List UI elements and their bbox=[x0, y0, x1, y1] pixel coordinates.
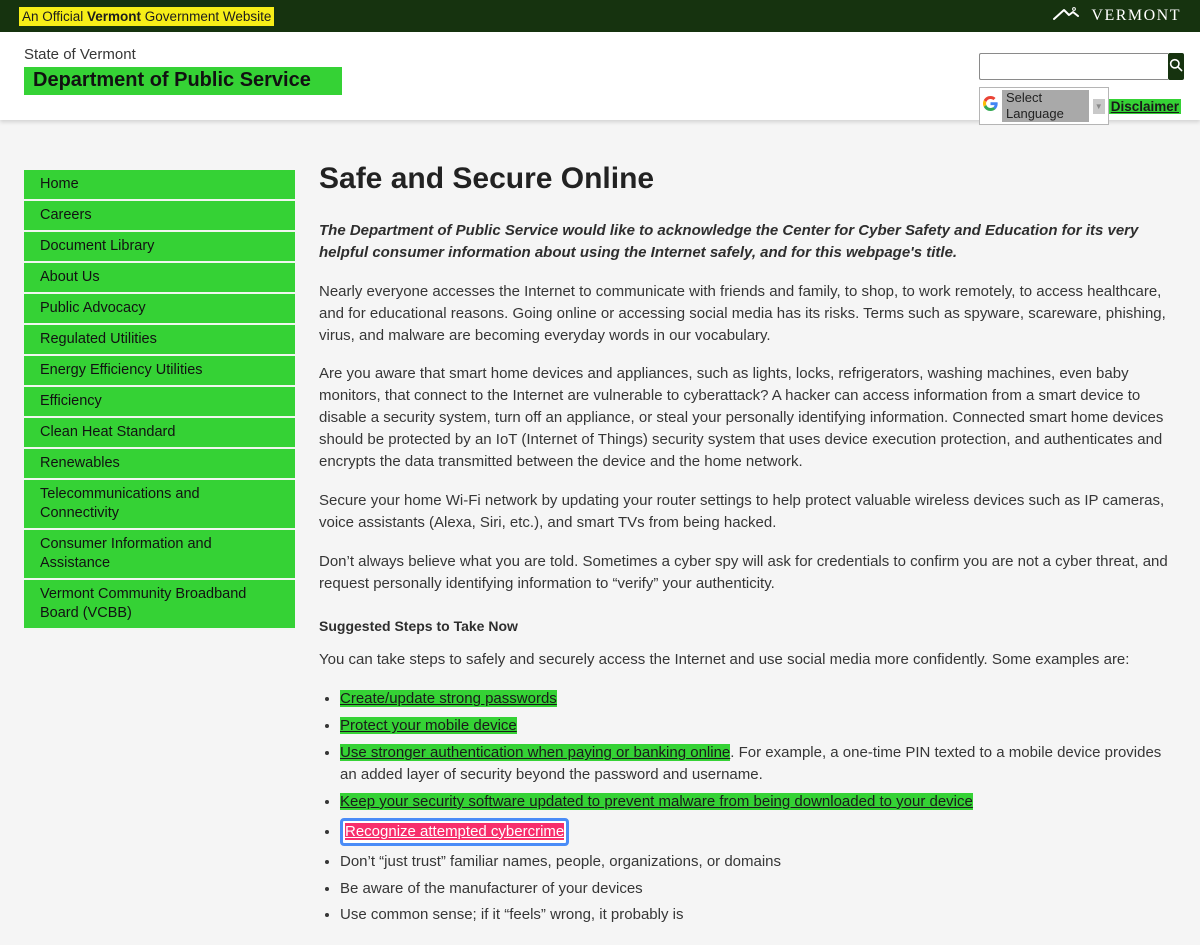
list-item: Keep your security software updated to p… bbox=[340, 791, 1181, 813]
sidebar-item-about-us[interactable]: About Us bbox=[24, 263, 295, 294]
vermont-logo-text: VERMONT bbox=[1091, 7, 1181, 25]
official-text-bold: Vermont bbox=[87, 9, 141, 24]
language-row: Select Language ▼ Disclaimer bbox=[979, 87, 1181, 125]
google-logo-icon bbox=[983, 96, 998, 116]
sidebar-item-label[interactable]: Home bbox=[24, 170, 295, 199]
sidebar-item-label[interactable]: Renewables bbox=[24, 449, 295, 478]
link-security-software-updated[interactable]: Keep your security software updated to p… bbox=[340, 793, 973, 810]
search-bar bbox=[979, 53, 1181, 80]
list-item: Create/update strong passwords bbox=[340, 688, 1181, 710]
sidebar-item-renewables[interactable]: Renewables bbox=[24, 449, 295, 480]
body-paragraph: Are you aware that smart home devices an… bbox=[319, 363, 1181, 472]
official-text-suffix: Government Website bbox=[141, 9, 271, 24]
list-item: Protect your mobile device bbox=[340, 715, 1181, 737]
list-item: Use stronger authentication when paying … bbox=[340, 742, 1181, 786]
acknowledgement-paragraph: The Department of Public Service would l… bbox=[319, 220, 1181, 264]
mountain-icon bbox=[1053, 6, 1087, 27]
page-body: Home Careers Document Library About Us P… bbox=[0, 120, 1200, 945]
sidebar-nav: Home Careers Document Library About Us P… bbox=[24, 170, 295, 630]
sidebar-item-label[interactable]: Energy Efficiency Utilities bbox=[24, 356, 295, 385]
sidebar-item-label[interactable]: About Us bbox=[24, 263, 295, 292]
sidebar-item-regulated-utilities[interactable]: Regulated Utilities bbox=[24, 325, 295, 356]
google-translate-widget[interactable]: Select Language ▼ bbox=[979, 87, 1109, 125]
page-title: Safe and Secure Online bbox=[319, 162, 1181, 196]
disclaimer-link[interactable]: Disclaimer bbox=[1109, 99, 1181, 114]
chevron-down-icon[interactable]: ▼ bbox=[1093, 99, 1105, 114]
state-name: State of Vermont bbox=[24, 46, 342, 63]
vermont-logo[interactable]: VERMONT bbox=[1053, 6, 1181, 27]
sidebar-item-label[interactable]: Regulated Utilities bbox=[24, 325, 295, 354]
list-item: Use common sense; if it “feels” wrong, i… bbox=[340, 904, 1181, 926]
body-paragraph: Secure your home Wi-Fi network by updati… bbox=[319, 490, 1181, 534]
steps-lead: You can take steps to safely and securel… bbox=[319, 649, 1181, 671]
link-recognize-cybercrime[interactable]: Recognize attempted cybercrime bbox=[345, 823, 564, 840]
body-paragraph: Nearly everyone accesses the Internet to… bbox=[319, 281, 1181, 347]
list-item: Don’t “just trust” familiar names, peopl… bbox=[340, 851, 1181, 873]
select-language-label[interactable]: Select Language bbox=[1002, 90, 1089, 122]
official-banner-text: An Official Vermont Government Website bbox=[19, 7, 274, 26]
sidebar-item-energy-efficiency-utilities[interactable]: Energy Efficiency Utilities bbox=[24, 356, 295, 387]
list-item-text: Be aware of the manufacturer of your dev… bbox=[340, 880, 643, 897]
sidebar-item-clean-heat-standard[interactable]: Clean Heat Standard bbox=[24, 418, 295, 449]
sidebar-item-label[interactable]: Telecommunications and Connectivity bbox=[24, 480, 295, 528]
department-title[interactable]: Department of Public Service bbox=[24, 67, 342, 95]
sidebar-item-careers[interactable]: Careers bbox=[24, 201, 295, 232]
sidebar-item-consumer-information[interactable]: Consumer Information and Assistance bbox=[24, 530, 295, 580]
sidebar-item-label[interactable]: Consumer Information and Assistance bbox=[24, 530, 295, 578]
steps-heading: Suggested Steps to Take Now bbox=[319, 618, 1181, 634]
body-paragraph: Don’t always believe what you are told. … bbox=[319, 551, 1181, 595]
focus-highlight-box: Recognize attempted cybercrime bbox=[340, 818, 569, 846]
link-protect-mobile-device[interactable]: Protect your mobile device bbox=[340, 717, 517, 734]
sidebar-item-home[interactable]: Home bbox=[24, 170, 295, 201]
search-icon bbox=[1168, 57, 1184, 76]
agency-block: State of Vermont Department of Public Se… bbox=[24, 46, 342, 95]
link-stronger-authentication[interactable]: Use stronger authentication when paying … bbox=[340, 744, 730, 761]
sidebar-item-public-advocacy[interactable]: Public Advocacy bbox=[24, 294, 295, 325]
sidebar-item-label[interactable]: Efficiency bbox=[24, 387, 295, 416]
search-input[interactable] bbox=[979, 53, 1168, 80]
sidebar-item-efficiency[interactable]: Efficiency bbox=[24, 387, 295, 418]
search-button[interactable] bbox=[1168, 53, 1184, 80]
official-banner: An Official Vermont Government Website V… bbox=[0, 0, 1200, 32]
main-content: Safe and Secure Online The Department of… bbox=[319, 162, 1181, 945]
sidebar-item-vcbb[interactable]: Vermont Community Broadband Board (VCBB) bbox=[24, 580, 295, 630]
sidebar-item-document-library[interactable]: Document Library bbox=[24, 232, 295, 263]
sidebar-item-label[interactable]: Careers bbox=[24, 201, 295, 230]
list-item-text: Don’t “just trust” familiar names, peopl… bbox=[340, 853, 781, 870]
sidebar-item-label[interactable]: Vermont Community Broadband Board (VCBB) bbox=[24, 580, 295, 628]
list-item-text: Use common sense; if it “feels” wrong, i… bbox=[340, 906, 683, 923]
header-tools: Select Language ▼ Disclaimer bbox=[979, 53, 1181, 125]
official-text-prefix: An Official bbox=[22, 9, 87, 24]
list-item: Be aware of the manufacturer of your dev… bbox=[340, 878, 1181, 900]
sidebar-item-telecommunications[interactable]: Telecommunications and Connectivity bbox=[24, 480, 295, 530]
sidebar-item-label[interactable]: Clean Heat Standard bbox=[24, 418, 295, 447]
sidebar-item-label[interactable]: Public Advocacy bbox=[24, 294, 295, 323]
sidebar-item-label[interactable]: Document Library bbox=[24, 232, 295, 261]
site-header: State of Vermont Department of Public Se… bbox=[0, 32, 1200, 120]
list-item: Recognize attempted cybercrime bbox=[340, 818, 1181, 846]
steps-list: Create/update strong passwords Protect y… bbox=[319, 688, 1181, 926]
link-create-strong-passwords[interactable]: Create/update strong passwords bbox=[340, 690, 557, 707]
